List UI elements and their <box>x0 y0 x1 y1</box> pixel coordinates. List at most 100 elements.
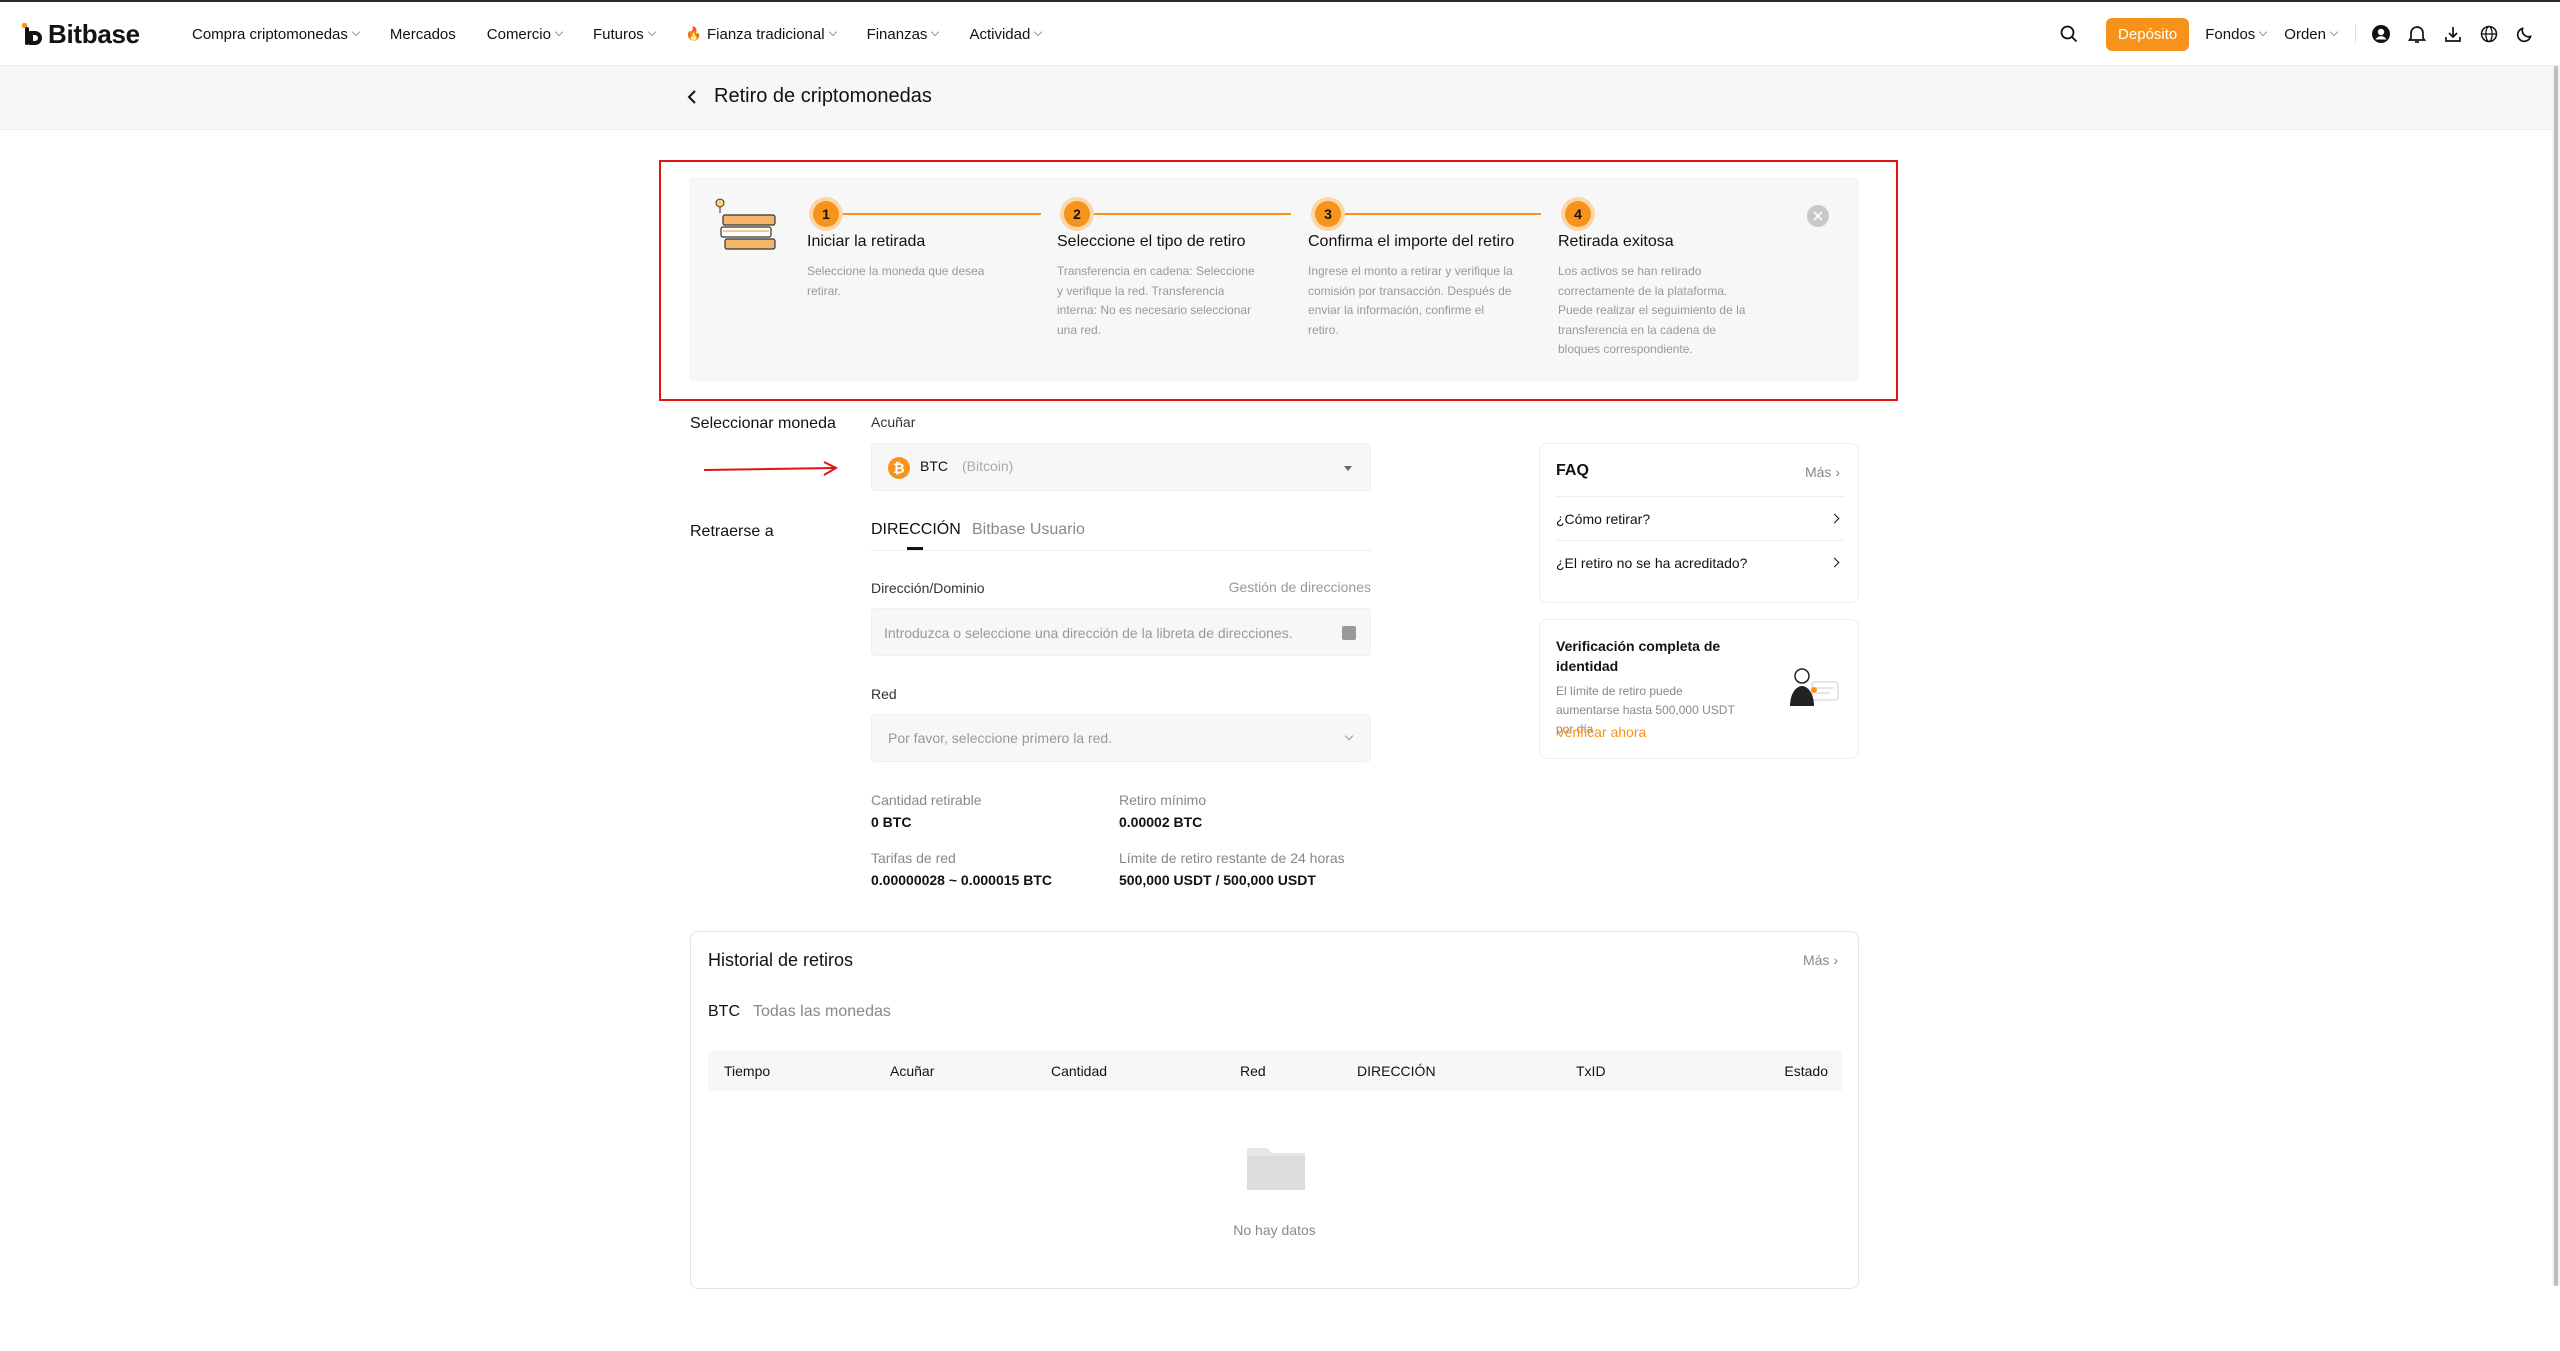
step-number: 1 <box>813 201 839 227</box>
table-header: Tiempo Acuñar Cantidad Red DIRECCIÓN TxI… <box>708 1051 1842 1091</box>
tab-address[interactable]: DIRECCIÓN <box>871 521 961 539</box>
nav-right: Depósito Fondos Orden <box>2058 2 2560 66</box>
step-line <box>817 213 1041 215</box>
more-label: Más <box>1804 464 1832 480</box>
bell-icon[interactable] <box>2406 23 2428 45</box>
logo[interactable]: Bitbase <box>22 18 140 50</box>
faq-item[interactable]: ¿Cómo retirar? <box>1556 496 1844 540</box>
chevron-down-icon <box>828 27 837 37</box>
back-arrow-icon[interactable] <box>684 88 702 106</box>
faq-title: FAQ <box>1556 462 1589 479</box>
address-book-icon[interactable] <box>1342 626 1356 640</box>
col-address: DIRECCIÓN <box>1357 1063 1436 1079</box>
address-input[interactable] <box>884 619 1324 647</box>
faq-item-label: ¿El retiro no se ha acreditado? <box>1556 555 1748 571</box>
chevron-down-icon <box>1344 731 1354 741</box>
scrollbar[interactable] <box>2552 66 2560 1286</box>
step-title: Seleccione el tipo de retiro <box>1057 233 1246 250</box>
funds-menu[interactable]: Fondos <box>2205 25 2268 43</box>
chevron-right-icon <box>1829 557 1840 568</box>
nav-label: Futuros <box>592 25 644 43</box>
faq-more-link[interactable]: Más › <box>1805 464 1840 480</box>
deposit-button[interactable]: Depósito <box>2106 17 2190 51</box>
step-line <box>1319 213 1541 215</box>
coin-symbol: BTC <box>920 458 948 474</box>
nav-label: Compra criptomonedas <box>192 25 348 43</box>
tab-bitbase-user[interactable]: Bitbase Usuario <box>972 521 1085 539</box>
verify-now-link[interactable]: Verificar ahora <box>1556 724 1646 740</box>
moon-icon[interactable] <box>2514 23 2536 45</box>
nav-finance[interactable]: Finanzas <box>866 25 940 43</box>
logo-text: Bitbase <box>48 18 140 49</box>
step-desc: Los activos se han retirado correctament… <box>1558 264 1746 356</box>
history-title: Historial de retiros <box>708 950 854 970</box>
caret-down-icon <box>1344 466 1352 471</box>
col-time: Tiempo <box>724 1063 771 1079</box>
step-desc: Seleccione la moneda que desea retirar. <box>807 264 985 298</box>
network-fee-label: Tarifas de red <box>871 850 956 866</box>
search-icon[interactable] <box>2058 23 2080 45</box>
coin-field-label: Acuñar <box>871 414 916 430</box>
step-line <box>1069 213 1291 215</box>
network-select[interactable]: Por favor, seleccione primero la red. <box>871 714 1371 762</box>
address-input-wrapper <box>871 608 1371 656</box>
coin-select[interactable]: ₿ BTC (Bitcoin) <box>871 443 1371 491</box>
top-nav: Bitbase Compra criptomonedas Mercados Co… <box>0 2 2560 66</box>
active-tab-indicator <box>907 547 923 550</box>
col-status: Estado <box>1784 1063 1828 1079</box>
nav-markets[interactable]: Mercados <box>390 26 456 43</box>
nav-futures[interactable]: Futuros <box>592 25 657 43</box>
books-illustration-icon <box>711 197 777 251</box>
network-label: Red <box>871 686 897 702</box>
scrollbar-thumb[interactable] <box>2554 66 2558 1286</box>
user-icon[interactable] <box>2370 23 2392 45</box>
nav-label: Fianza tradicional <box>707 25 825 43</box>
nav-activity[interactable]: Actividad <box>969 26 1043 43</box>
col-coin: Acuñar <box>890 1063 935 1079</box>
history-tab-all[interactable]: Todas las monedas <box>753 1003 891 1021</box>
close-icon[interactable] <box>1807 205 1829 227</box>
more-label: Más <box>1802 952 1830 968</box>
step-title: Confirma el importe del retiro <box>1308 233 1515 250</box>
col-txid: TxID <box>1576 1063 1606 1079</box>
download-icon[interactable] <box>2442 23 2464 45</box>
nav-buy-crypto[interactable]: Compra criptomonedas <box>192 25 361 43</box>
history-tab-btc[interactable]: BTC <box>708 1003 740 1021</box>
nav-label: Mercados <box>389 25 456 43</box>
faq-item-label: ¿Cómo retirar? <box>1556 511 1651 527</box>
address-management-link[interactable]: Gestión de direcciones <box>1229 579 1371 595</box>
col-amount: Cantidad <box>1051 1063 1108 1079</box>
min-withdraw-label: Retiro mínimo <box>1119 792 1207 808</box>
network-fee-value: 0.00000028 ~ 0.000015 BTC <box>871 872 1052 888</box>
withdrawable-label: Cantidad retirable <box>871 792 982 808</box>
verify-identity-card: Verificación completa de identidad El lí… <box>1539 619 1859 759</box>
history-more-link[interactable]: Más › <box>1803 952 1838 968</box>
chevron-down-icon <box>931 27 940 37</box>
step-number: 2 <box>1064 201 1090 227</box>
divider <box>2355 25 2356 43</box>
withdrawable-value: 0 BTC <box>871 814 912 830</box>
nav-trade[interactable]: Comercio <box>487 26 564 43</box>
orders-menu[interactable]: Orden <box>2284 25 2339 43</box>
withdraw-history: Historial de retiros Más › BTC Todas las… <box>690 931 1859 1289</box>
daily-limit-value: 500,000 USDT / 500,000 USDT <box>1119 872 1316 888</box>
select-coin-label: Seleccionar moneda <box>690 415 836 432</box>
daily-limit-label: Límite de retiro restante de 24 horas <box>1119 850 1345 866</box>
chevron-down-icon <box>351 27 361 37</box>
coin-name: (Bitcoin) <box>962 458 1014 474</box>
nav-tradfi[interactable]: 🔥 Fianza tradicional <box>686 25 837 43</box>
orders-label: Orden <box>2284 25 2326 43</box>
step-title: Retirada exitosa <box>1558 233 1674 250</box>
nav-label: Finanzas <box>866 25 928 43</box>
verify-title: Verificación completa de identidad <box>1556 638 1721 674</box>
faq-card: FAQ Más › ¿Cómo retirar? ¿El retiro no s… <box>1539 443 1859 603</box>
chevron-down-icon <box>2259 27 2268 37</box>
step-desc: Transferencia en cadena: Seleccione y ve… <box>1057 264 1255 337</box>
globe-icon[interactable] <box>2478 23 2500 45</box>
withdraw-to-label: Retraerse a <box>690 523 774 540</box>
funds-label: Fondos <box>2205 25 2256 43</box>
identity-illustration-icon <box>1784 662 1840 710</box>
faq-item[interactable]: ¿El retiro no se ha acreditado? <box>1556 540 1844 584</box>
step-desc: Ingrese el monto a retirar y verifique l… <box>1308 264 1513 337</box>
logo-icon <box>22 21 44 47</box>
